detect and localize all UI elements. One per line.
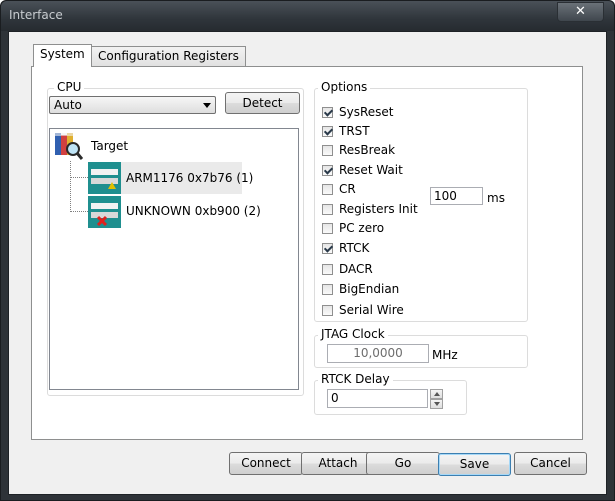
close-icon: ✕ — [575, 4, 586, 19]
option-resbreak[interactable]: ResBreak — [322, 142, 395, 158]
rtck-delay-input[interactable]: 0 — [327, 389, 428, 408]
go-button-label: Go — [394, 456, 412, 470]
option-label: PC zero — [339, 221, 385, 235]
title-bar[interactable]: Interface ✕ — [1, 1, 614, 31]
target-book-magnifier-icon — [55, 133, 83, 160]
option-reset-wait[interactable]: Reset Wait — [322, 162, 403, 178]
option-label: BigEndian — [339, 282, 400, 296]
connect-button-label: Connect — [241, 456, 291, 470]
tab-configuration-registers-label: Configuration Registers — [98, 49, 239, 63]
jtag-clock-unit: MHz — [432, 348, 458, 362]
tree-connector — [70, 177, 88, 178]
attach-button-label: Attach — [318, 456, 358, 470]
tab-system-label: System — [40, 47, 85, 61]
options-group-label: Options — [318, 80, 371, 94]
option-label: RTCK — [339, 241, 370, 255]
tree-connector — [70, 211, 88, 212]
option-label: DACR — [339, 262, 373, 276]
detect-button[interactable]: Detect — [225, 92, 300, 114]
detect-button-label: Detect — [242, 96, 283, 110]
option-label: CR — [339, 182, 356, 196]
cpu-select-value: Auto — [54, 98, 82, 112]
checkbox-icon[interactable] — [322, 183, 333, 195]
option-sysreset[interactable]: SysReset — [322, 104, 394, 120]
checkbox-icon[interactable] — [322, 125, 333, 137]
chevron-down-icon — [203, 103, 211, 108]
checkbox-icon[interactable] — [322, 304, 333, 316]
jtag-clock-group-label: JTAG Clock — [318, 327, 388, 341]
dialog-client: System Configuration Registers CPU Auto … — [8, 31, 607, 495]
option-trst[interactable]: TRST — [322, 123, 370, 139]
tab-configuration-registers[interactable]: Configuration Registers — [91, 46, 246, 67]
attach-button[interactable]: Attach — [301, 452, 375, 475]
tree-root-label: Target — [91, 139, 129, 153]
device-warning-icon — [88, 162, 121, 194]
target-tree[interactable]: Target ARM1176 0x7b76 (1) UNKNOWN 0xb900… — [49, 128, 299, 390]
rtck-delay-value: 0 — [331, 391, 339, 405]
interface-window: Interface ✕ System Configuration Registe… — [0, 0, 615, 501]
option-pc-zero[interactable]: PC zero — [322, 220, 384, 236]
reset-wait-input[interactable]: 100 — [430, 187, 483, 205]
window-title: Interface — [9, 8, 63, 22]
checkbox-icon[interactable] — [322, 242, 333, 254]
option-label: TRST — [339, 124, 370, 138]
arrow-down-icon — [434, 402, 440, 406]
cpu-select[interactable]: Auto — [49, 96, 216, 114]
checkbox-icon[interactable] — [322, 106, 333, 118]
tree-connector — [70, 161, 71, 212]
checkbox-icon[interactable] — [322, 263, 333, 275]
system-tab-panel: CPU Auto Detect Target ARM1176 0x7b76 (1… — [31, 66, 583, 440]
option-label: Reset Wait — [339, 163, 403, 177]
rtck-spin-up[interactable] — [430, 389, 443, 399]
cancel-button-label: Cancel — [530, 456, 571, 470]
device-error-icon — [88, 196, 121, 228]
save-button[interactable]: Save — [438, 453, 511, 476]
save-button-label: Save — [459, 457, 490, 471]
go-button[interactable]: Go — [366, 452, 440, 475]
checkbox-icon[interactable] — [322, 222, 333, 234]
option-dacr[interactable]: DACR — [322, 261, 373, 277]
close-button[interactable]: ✕ — [557, 2, 604, 22]
cancel-button[interactable]: Cancel — [514, 452, 587, 475]
jtag-clock-input[interactable]: 10,0000 — [327, 344, 429, 363]
rtck-spin-down[interactable] — [430, 399, 443, 409]
option-label: Registers Init — [339, 202, 418, 216]
tab-system[interactable]: System — [33, 44, 92, 67]
option-cr[interactable]: CR — [322, 181, 356, 197]
cpu-group-label: CPU — [54, 80, 85, 94]
arrow-up-icon — [434, 392, 440, 396]
option-bigendian[interactable]: BigEndian — [322, 281, 399, 297]
option-rtck[interactable]: RTCK — [322, 240, 369, 256]
option-serial-wire[interactable]: Serial Wire — [322, 302, 404, 318]
checkbox-icon[interactable] — [322, 144, 333, 156]
connect-button[interactable]: Connect — [229, 452, 303, 475]
option-registers-init[interactable]: Registers Init — [322, 201, 418, 217]
checkbox-icon[interactable] — [322, 203, 333, 215]
jtag-clock-value: 10,0000 — [353, 346, 403, 360]
reset-wait-value: 100 — [434, 189, 457, 203]
checkbox-icon[interactable] — [322, 283, 333, 295]
checkbox-icon[interactable] — [322, 164, 333, 176]
option-label: Serial Wire — [339, 303, 404, 317]
tree-item-arm1176-label: ARM1176 0x7b76 (1) — [126, 171, 254, 185]
rtck-delay-group-label: RTCK Delay — [318, 372, 393, 386]
option-label: SysReset — [339, 105, 394, 119]
reset-wait-unit: ms — [487, 191, 505, 205]
option-label: ResBreak — [339, 143, 396, 157]
tree-item-unknown-label: UNKNOWN 0xb900 (2) — [126, 204, 261, 218]
